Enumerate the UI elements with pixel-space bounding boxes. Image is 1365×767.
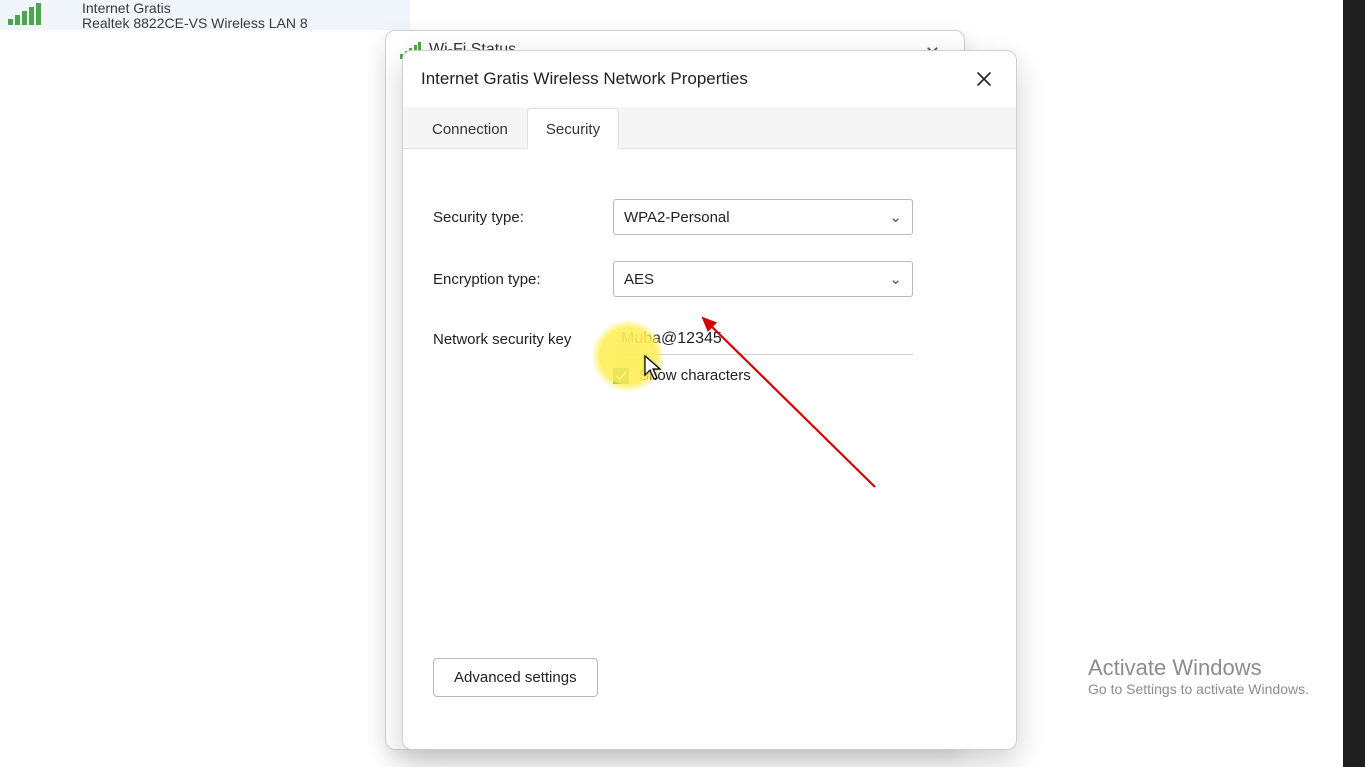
watermark-title: Activate Windows	[1088, 655, 1309, 681]
advanced-settings-button[interactable]: Advanced settings	[433, 658, 598, 697]
network-name: Internet Gratis	[82, 1, 308, 16]
watermark-subtitle: Go to Settings to activate Windows.	[1088, 681, 1309, 697]
tab-security[interactable]: Security	[527, 108, 619, 149]
close-button[interactable]	[970, 65, 998, 93]
check-icon	[615, 370, 627, 382]
wifi-signal-icon	[8, 1, 78, 25]
encryption-type-label: Encryption type:	[433, 271, 613, 288]
network-security-key-input[interactable]	[613, 323, 913, 355]
tab-content-security: Security type: WPA2-Personal ⌄ Encryptio…	[403, 149, 1016, 749]
tab-strip: Connection Security	[403, 107, 1016, 149]
network-list-item[interactable]: Internet Gratis Realtek 8822CE-VS Wirele…	[0, 0, 410, 30]
security-type-select[interactable]: WPA2-Personal ⌄	[613, 199, 913, 235]
encryption-type-select[interactable]: AES ⌄	[613, 261, 913, 297]
network-adapter: Realtek 8822CE-VS Wireless LAN 8	[82, 16, 308, 31]
network-security-key-label: Network security key	[433, 331, 613, 348]
activate-windows-watermark: Activate Windows Go to Settings to activ…	[1088, 655, 1309, 697]
tab-connection[interactable]: Connection	[413, 108, 527, 149]
show-characters-label: Show characters	[639, 367, 751, 384]
close-icon	[976, 71, 992, 87]
security-type-label: Security type:	[433, 209, 613, 226]
wireless-properties-dialog: Internet Gratis Wireless Network Propert…	[402, 50, 1017, 750]
chevron-down-icon: ⌄	[889, 270, 902, 288]
chevron-down-icon: ⌄	[889, 208, 902, 226]
security-type-value: WPA2-Personal	[624, 209, 730, 226]
right-edge-bar	[1343, 0, 1365, 767]
show-characters-checkbox[interactable]	[613, 368, 629, 384]
encryption-type-value: AES	[624, 271, 654, 288]
dialog-title: Internet Gratis Wireless Network Propert…	[421, 69, 748, 89]
